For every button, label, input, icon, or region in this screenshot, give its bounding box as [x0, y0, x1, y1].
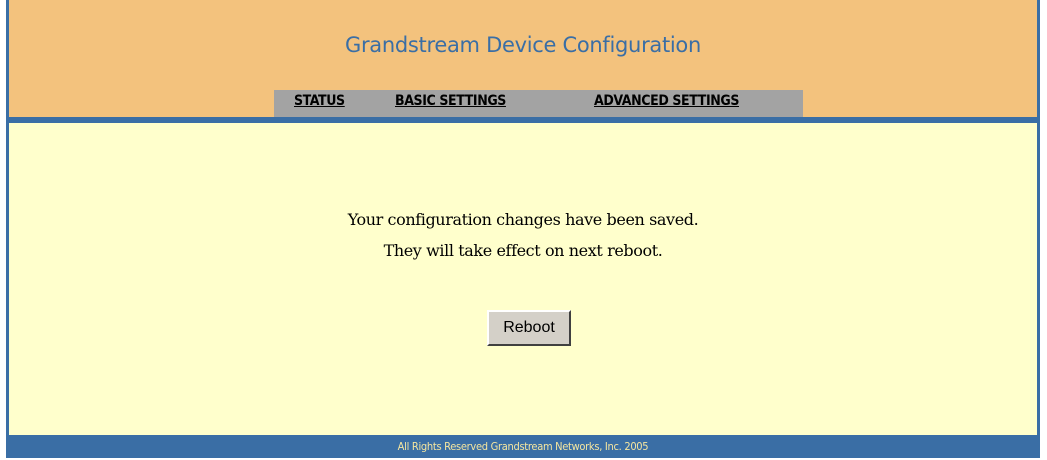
page-header: Grandstream Device Configuration STATUS … — [9, 0, 1037, 117]
page-title: Grandstream Device Configuration — [345, 33, 701, 57]
save-confirmation-message: Your configuration changes have been sav… — [9, 204, 1037, 266]
copyright-text: All Rights Reserved Grandstream Networks… — [397, 440, 649, 453]
header-divider — [9, 117, 1037, 123]
nav-link-status[interactable]: STATUS — [294, 93, 345, 109]
page-footer: All Rights Reserved Grandstream Networks… — [9, 435, 1037, 458]
reboot-button[interactable]: Reboot — [487, 310, 571, 346]
nav-link-advanced-settings[interactable]: ADVANCED SETTINGS — [594, 93, 739, 109]
nav-bar: STATUS BASIC SETTINGS ADVANCED SETTINGS — [274, 90, 803, 117]
page-frame: Grandstream Device Configuration STATUS … — [6, 0, 1040, 458]
nav-link-basic-settings[interactable]: BASIC SETTINGS — [395, 93, 506, 109]
message-line-1: Your configuration changes have been sav… — [347, 210, 699, 229]
message-line-2: They will take effect on next reboot. — [383, 241, 663, 260]
